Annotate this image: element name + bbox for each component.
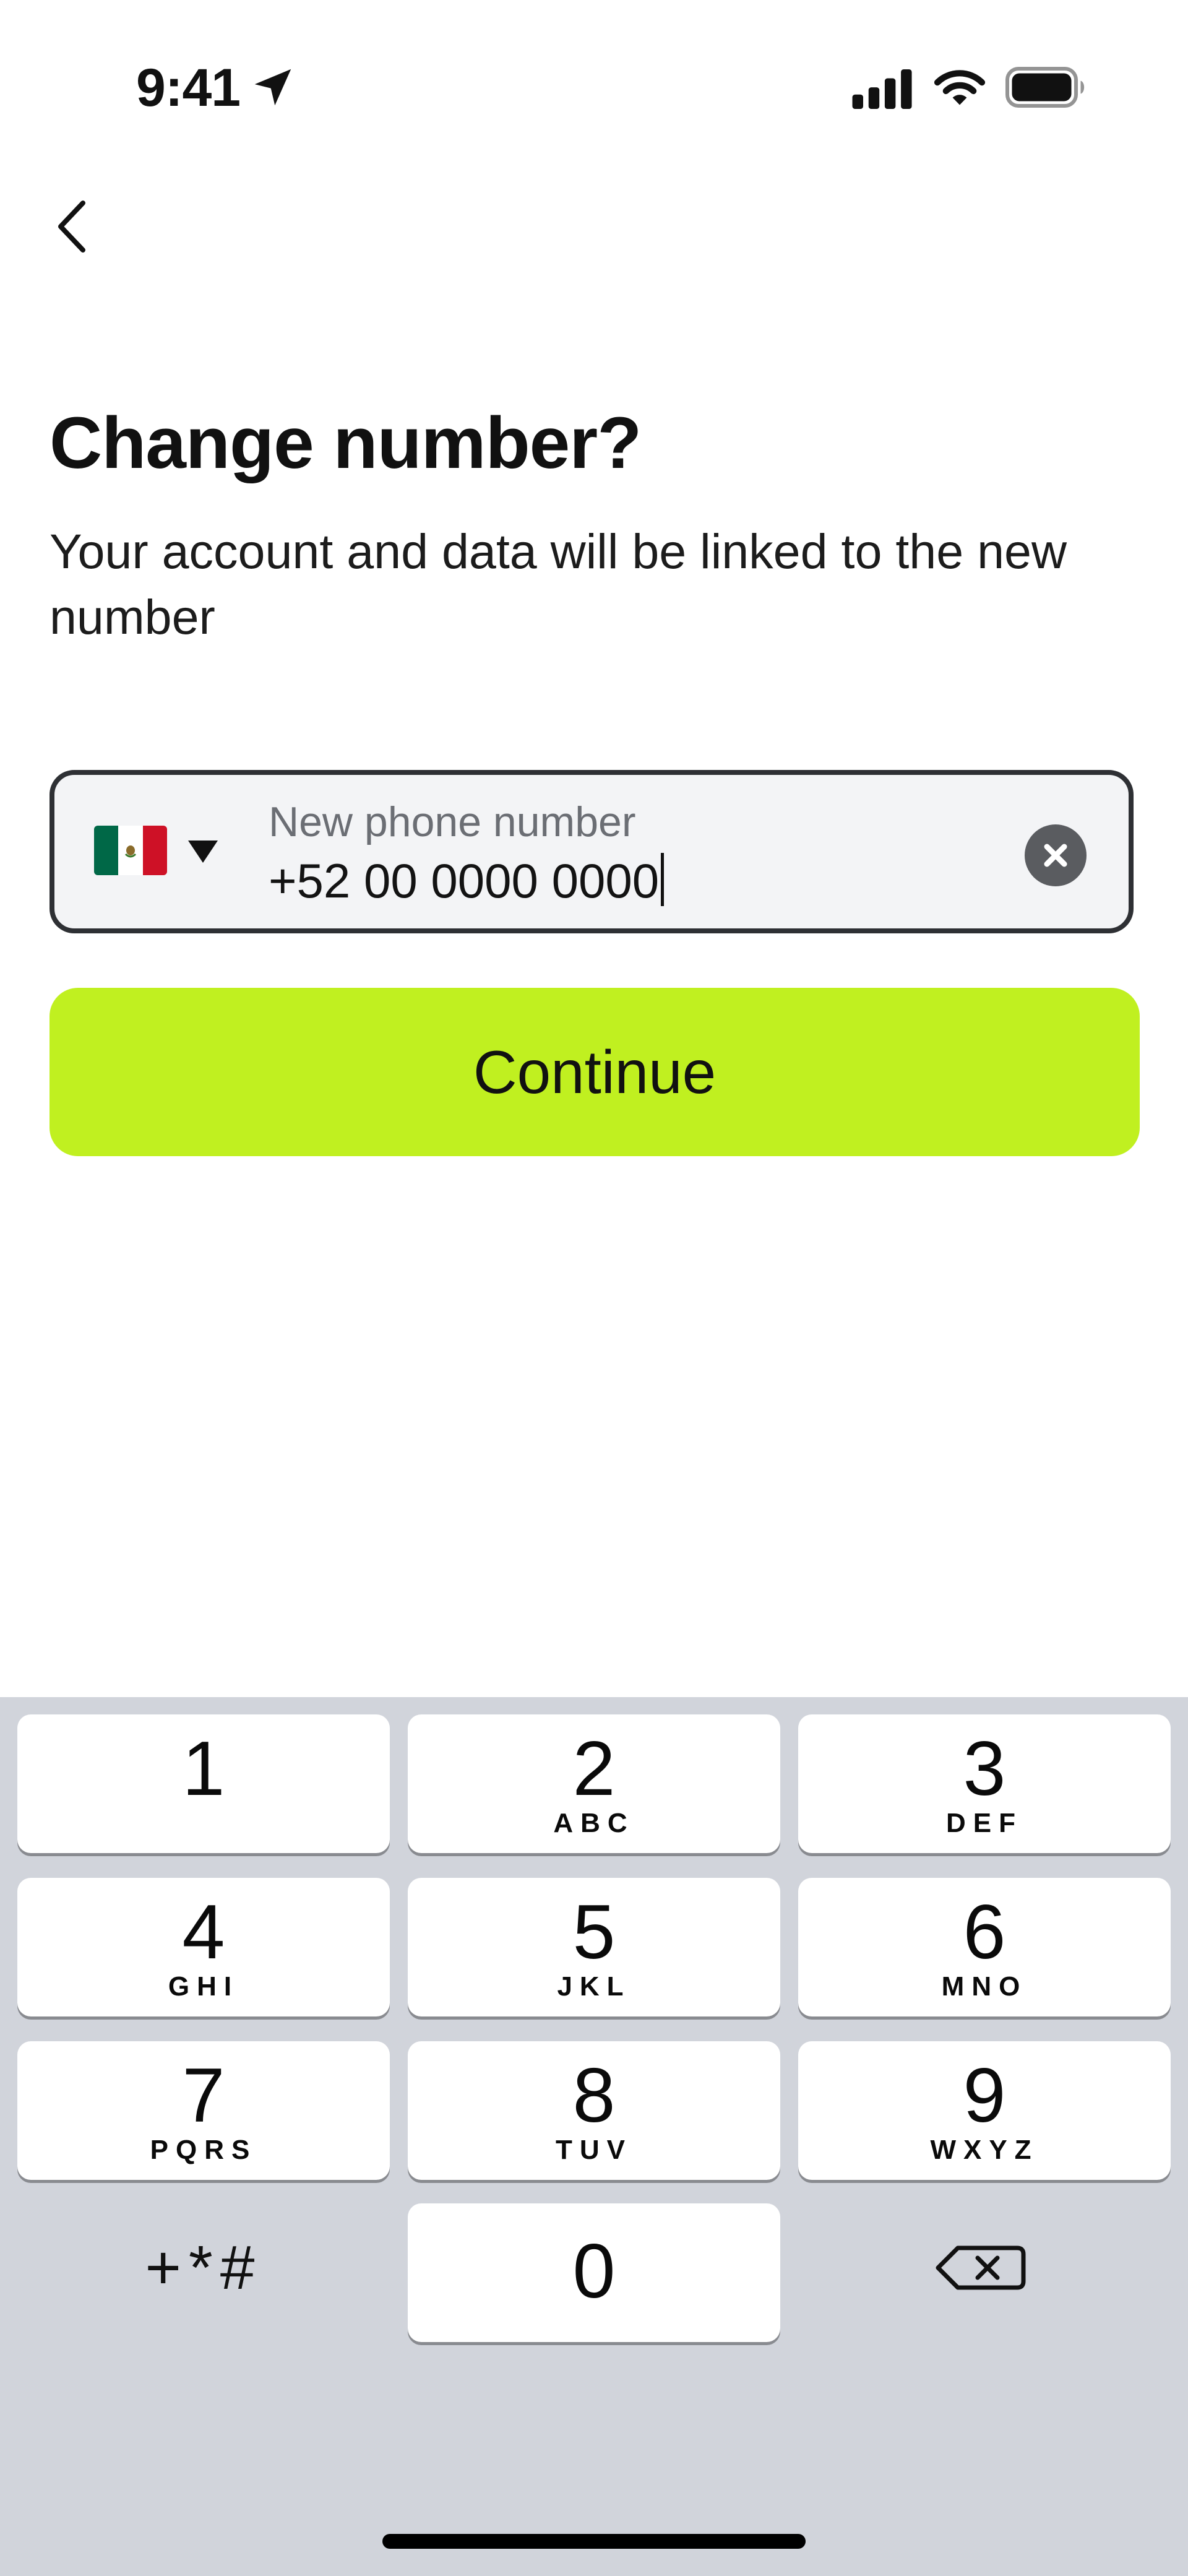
chevron-left-icon — [58, 201, 85, 253]
country-code-selector[interactable] — [94, 823, 236, 880]
key-digit: 3 — [963, 1726, 1006, 1812]
battery-icon — [1005, 67, 1085, 108]
key-digit: 7 — [182, 2053, 225, 2138]
key-2[interactable]: 2 ABC — [408, 1714, 780, 1853]
key-letters: DEF — [946, 1808, 1023, 1838]
status-time: 9:41 — [136, 58, 241, 118]
key-letters: WXYZ — [930, 2135, 1039, 2165]
key-digit: 5 — [572, 1890, 616, 1975]
key-letters: ABC — [553, 1808, 635, 1838]
mexico-flag-icon — [94, 826, 167, 875]
clear-x-icon — [1044, 844, 1067, 867]
key-digit: 6 — [963, 1890, 1006, 1975]
clear-input-button[interactable] — [1025, 824, 1087, 886]
key-letters: JKL — [557, 1971, 631, 2002]
phone-number-value: +52 00 0000 0000 — [269, 854, 660, 908]
key-8[interactable]: 8 TUV — [408, 2041, 780, 2180]
key-digit: 1 — [182, 1726, 225, 1812]
symbols-key[interactable]: +*# — [17, 2198, 390, 2337]
key-4[interactable]: 4 GHI — [17, 1878, 390, 2016]
key-9[interactable]: 9 WXYZ — [798, 2041, 1171, 2180]
back-button[interactable] — [40, 186, 101, 266]
key-0[interactable]: 0 — [408, 2203, 780, 2342]
key-digit: 9 — [963, 2053, 1006, 2138]
phone-field-label: New phone number — [269, 798, 636, 845]
text-cursor — [661, 853, 665, 906]
wifi-icon — [934, 70, 986, 105]
key-digit: 4 — [182, 1890, 225, 1975]
key-letters: MNO — [941, 1971, 1028, 2002]
key-1[interactable]: 1 — [17, 1714, 390, 1853]
chevron-down-icon — [188, 841, 218, 863]
key-letters: GHI — [168, 1971, 239, 2002]
key-letters: TUV — [556, 2135, 632, 2165]
key-3[interactable]: 3 DEF — [798, 1714, 1171, 1853]
key-7[interactable]: 7 PQRS — [17, 2041, 390, 2180]
delete-key[interactable] — [798, 2198, 1171, 2337]
phone-number-input[interactable]: +52 00 0000 0000 — [269, 853, 665, 909]
key-5[interactable]: 5 JKL — [408, 1878, 780, 2016]
key-digit: 2 — [572, 1726, 616, 1812]
backspace-icon — [936, 2245, 1026, 2290]
page-subtitle: Your account and data will be linked to … — [50, 524, 1067, 644]
home-indicator — [382, 2534, 806, 2549]
numeric-keypad: 1 2 ABC 3 DEF 4 GHI 5 JKL 6 MNO 7 PQRS 8… — [0, 1697, 1188, 2576]
continue-button[interactable]: Continue — [50, 988, 1140, 1156]
page-title: Change number? — [50, 402, 642, 484]
cellular-signal-icon — [852, 69, 912, 109]
key-digit: 0 — [572, 2229, 616, 2314]
phone-number-field[interactable]: New phone number +52 00 0000 0000 — [50, 770, 1134, 933]
key-6[interactable]: 6 MNO — [798, 1878, 1171, 2016]
key-digit: 8 — [572, 2053, 616, 2138]
location-arrow-icon — [254, 69, 291, 106]
key-letters: PQRS — [150, 2135, 257, 2165]
